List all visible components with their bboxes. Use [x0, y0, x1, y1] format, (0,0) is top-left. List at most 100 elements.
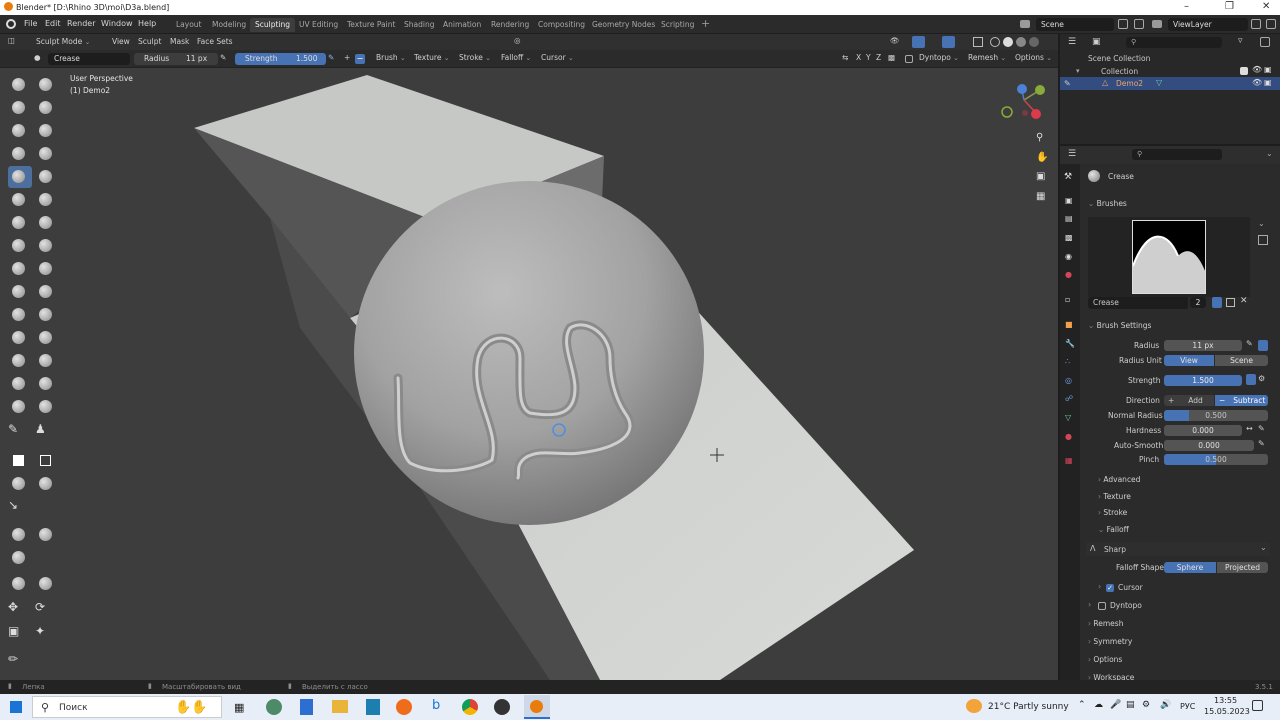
tool-box-face-set[interactable]	[8, 473, 28, 493]
tab-shading[interactable]: Shading	[399, 18, 439, 32]
obs-icon[interactable]	[494, 699, 510, 715]
cursor-checkbox[interactable]: ✓	[1106, 584, 1114, 592]
maximize-button[interactable]: ❐	[1225, 1, 1234, 12]
tool-draw-sharp[interactable]	[35, 74, 55, 94]
tray-chevron-icon[interactable]: ⌃	[1078, 700, 1086, 710]
filter-icon[interactable]: ▿	[1238, 36, 1243, 46]
tool-draw[interactable]	[8, 74, 28, 94]
language-indicator[interactable]: РУС	[1180, 702, 1195, 711]
bluetooth-app-icon[interactable]: b	[432, 698, 440, 713]
demo2-render-icon[interactable]: ▣	[1264, 78, 1272, 87]
direction-add-icon[interactable]: +	[344, 53, 350, 62]
radius-pressure-icon[interactable]: ✎	[1246, 339, 1253, 348]
symmetry-y-toggle[interactable]: Y	[866, 53, 871, 62]
transform-icon[interactable]: ✦	[35, 624, 55, 644]
new-viewlayer-icon[interactable]	[1251, 19, 1261, 29]
annotate-icon[interactable]: ✏	[8, 652, 28, 672]
radius-scale-icon[interactable]	[1258, 340, 1268, 351]
tool-slide-relax[interactable]	[8, 327, 28, 347]
pan-hand-icon[interactable]: ✋	[1036, 152, 1048, 163]
transform-orientation-icon[interactable]: ◎	[514, 36, 521, 45]
tool-pinch[interactable]	[8, 235, 28, 255]
tab-collection-icon[interactable]: ▫	[1065, 295, 1070, 304]
radius-unit-view-button[interactable]: View	[1164, 355, 1214, 366]
symmetry-panel-header[interactable]: Symmetry	[1088, 637, 1132, 646]
direction-subtract-icon[interactable]: −	[355, 54, 365, 64]
collection-render-icon[interactable]: ▣	[1264, 65, 1272, 74]
close-button[interactable]: ✕	[1262, 1, 1270, 12]
tab-view-layer-icon[interactable]: ▩	[1065, 233, 1073, 242]
tool-flatten[interactable]	[8, 189, 28, 209]
minimize-button[interactable]: –	[1184, 1, 1189, 12]
tool-multires-displacement-eraser[interactable]	[8, 396, 28, 416]
brush-name-field[interactable]: Crease	[48, 53, 130, 65]
3d-viewport[interactable]: User Perspective (1) Demo2 ⚲ ✋ ▣ ▦	[0, 68, 1058, 680]
texture-dropdown[interactable]: Texture	[414, 53, 450, 62]
blender-taskbar-icon[interactable]	[524, 695, 550, 719]
cursor-expand-icon[interactable]: ›	[1098, 582, 1101, 591]
tab-sculpting[interactable]: Sculpting	[250, 18, 296, 32]
options-dropdown[interactable]: Options	[1015, 53, 1052, 62]
falloff-sphere-button[interactable]: Sphere	[1164, 562, 1216, 573]
tool-color-filter[interactable]	[8, 547, 28, 567]
brush-preview-thumbnail[interactable]	[1132, 220, 1206, 294]
autosmooth-field[interactable]: 0.000	[1164, 440, 1254, 451]
fake-user-shield-icon[interactable]	[1212, 297, 1222, 308]
tab-world-icon[interactable]: ●	[1065, 270, 1072, 279]
properties-editor-icon[interactable]: ☰	[1068, 149, 1076, 159]
tool-smear[interactable]: ♟	[35, 422, 55, 442]
tool-boundary[interactable]	[35, 327, 55, 347]
tool-elastic-deform[interactable]	[8, 258, 28, 278]
outliner-row-demo2[interactable]: ✎ △ Demo2 ▽ 👁 ▣	[1060, 77, 1280, 90]
blender-menu-icon[interactable]	[6, 19, 16, 29]
calculator-icon[interactable]	[300, 699, 313, 715]
shading-material-icon[interactable]	[1016, 37, 1026, 47]
tool-crease[interactable]	[8, 166, 32, 188]
tab-data-icon[interactable]: ▽	[1065, 413, 1071, 422]
outliner-display-mode-icon[interactable]: ▣	[1092, 37, 1101, 47]
taskbar-search-box[interactable]: ⚲ Поиск ✋✋	[32, 696, 222, 718]
autosmooth-pressure-icon[interactable]: ✎	[1258, 439, 1265, 448]
options-panel-header[interactable]: Options	[1088, 655, 1122, 664]
strength-pressure-icon[interactable]	[1246, 374, 1256, 385]
menu-mask[interactable]: Mask	[170, 37, 189, 46]
hardness-invert-icon[interactable]: ↔	[1246, 424, 1253, 433]
tool-edit-face-set[interactable]	[8, 573, 28, 593]
tab-physics-icon[interactable]: ◎	[1065, 376, 1072, 385]
axis-lock-icon[interactable]: ▩	[888, 53, 895, 62]
tool-pose[interactable]	[35, 281, 55, 301]
tool-box-mask[interactable]	[8, 450, 28, 470]
gizmo-toggle-icon[interactable]	[912, 36, 925, 48]
tab-output-icon[interactable]: ▤	[1065, 214, 1073, 223]
tool-clay-strips[interactable]	[35, 97, 55, 117]
app-icon-1[interactable]	[266, 699, 282, 715]
hardness-field[interactable]: 0.000	[1164, 425, 1242, 436]
tool-scrape[interactable]	[8, 212, 28, 232]
add-workspace-icon[interactable]: +	[701, 17, 710, 30]
tool-fill[interactable]	[35, 189, 55, 209]
tool-multiplane-scrape[interactable]	[35, 212, 55, 232]
radius-unit-scene-button[interactable]: Scene	[1215, 355, 1268, 366]
tool-grab[interactable]	[35, 235, 55, 255]
chrome-icon[interactable]	[462, 699, 478, 715]
strength-pen-pressure-icon[interactable]: ✎	[328, 53, 334, 62]
view-object-types-icon[interactable]: 👁	[890, 36, 900, 45]
viewport-scene[interactable]	[0, 68, 1058, 680]
tab-constraints-icon[interactable]: ☍	[1065, 394, 1073, 403]
dyntopo-checkbox[interactable]	[905, 55, 913, 63]
tool-layer[interactable]	[35, 120, 55, 140]
symmetry-z-toggle[interactable]: Z	[876, 53, 881, 62]
menu-help[interactable]: Help	[138, 19, 156, 28]
menu-edit[interactable]: Edit	[45, 19, 61, 28]
move-icon[interactable]: ✥	[8, 600, 28, 620]
tool-paint-brush-icon[interactable]: ✎	[8, 422, 28, 442]
normal-radius-slider[interactable]: 0.500	[1164, 410, 1268, 421]
symmetry-x-toggle[interactable]: X	[856, 53, 861, 62]
direction-add-button[interactable]: + Add	[1164, 395, 1214, 406]
menu-sculpt[interactable]: Sculpt	[138, 37, 161, 46]
tool-rotate[interactable]	[35, 304, 55, 324]
brush-users-count[interactable]: 2	[1190, 297, 1206, 308]
firefox-icon[interactable]	[396, 699, 412, 715]
radius-prop-field[interactable]: 11 px	[1164, 340, 1242, 351]
falloff-panel-header[interactable]: Falloff	[1098, 525, 1129, 534]
